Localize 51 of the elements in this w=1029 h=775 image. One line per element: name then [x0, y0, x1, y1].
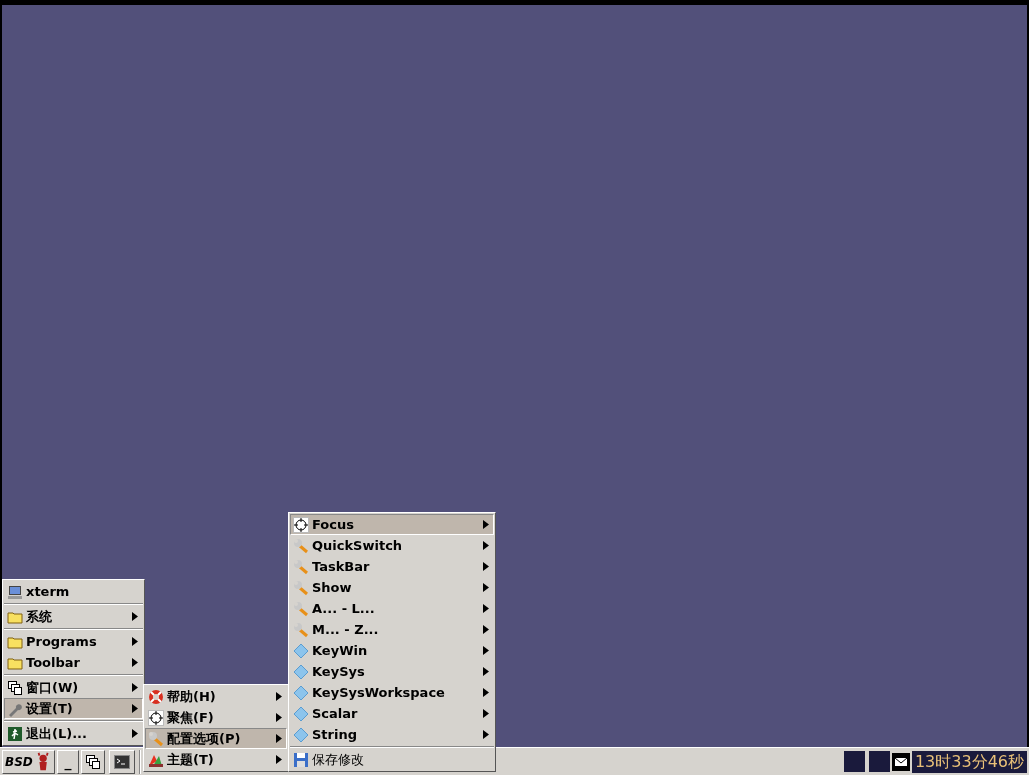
menu-item[interactable]: 窗口(W)	[4, 677, 143, 698]
windows-icon	[7, 679, 23, 696]
menu-item[interactable]: Focus	[290, 514, 494, 535]
wrench-icon	[293, 537, 309, 554]
menu-item[interactable]: A... - L...	[290, 598, 494, 619]
terminal-icon	[114, 754, 130, 769]
clock: 13时33分46秒	[911, 750, 1027, 773]
windows-icon	[85, 753, 101, 770]
diamond-icon	[293, 642, 309, 659]
menu-item[interactable]: Programs	[4, 631, 143, 652]
wrench-icon	[293, 600, 309, 617]
menu-item[interactable]: QuickSwitch	[290, 535, 494, 556]
menu-item[interactable]: KeySys	[290, 661, 494, 682]
exit-icon	[7, 725, 23, 742]
menu-item[interactable]: TaskBar	[290, 556, 494, 577]
menu-item[interactable]: M... - Z...	[290, 619, 494, 640]
window-list-button[interactable]	[81, 749, 105, 774]
menu-item[interactable]: String	[290, 724, 494, 745]
menu-item[interactable]: KeyWin	[290, 640, 494, 661]
diamond-icon	[293, 684, 309, 701]
menu-item[interactable]: 配置选项(P)	[145, 728, 287, 749]
wrench-icon	[293, 579, 309, 596]
menu-item[interactable]: xterm	[4, 581, 143, 602]
crosshair-icon	[148, 709, 164, 726]
crosshair-icon	[293, 516, 309, 533]
workspace-button[interactable]	[868, 751, 890, 772]
menu-item[interactable]: 帮助(H)	[145, 686, 287, 707]
menu-item[interactable]: Toolbar	[4, 652, 143, 673]
menu-item[interactable]: Scalar	[290, 703, 494, 724]
terminal-button[interactable]	[109, 749, 135, 774]
floppy-icon	[293, 751, 309, 768]
mail-icon[interactable]	[891, 752, 910, 771]
wrench-icon	[293, 621, 309, 638]
menu-item[interactable]: Show	[290, 577, 494, 598]
menu-item[interactable]: 退出(L)...	[4, 723, 143, 744]
menu-item[interactable]: KeySysWorkspace	[290, 682, 494, 703]
workspace-button[interactable]	[843, 751, 865, 772]
menu-item[interactable]: 聚焦(F)	[145, 707, 287, 728]
start-button[interactable]: BSD	[2, 749, 55, 774]
lifebuoy-icon	[148, 688, 164, 705]
menu-item[interactable]: 主题(T)	[145, 749, 287, 770]
monitor-icon	[7, 583, 23, 600]
menu-item[interactable]: 设置(T)	[4, 698, 143, 719]
diamond-icon	[293, 663, 309, 680]
diamond-icon	[293, 726, 309, 743]
menu-item[interactable]: 系统	[4, 606, 143, 627]
diamond-icon	[293, 705, 309, 722]
wrench-icon	[148, 730, 164, 747]
menu-item[interactable]: 保存修改	[290, 749, 494, 770]
wrench-icon	[293, 558, 309, 575]
show-desktop-button[interactable]: _	[57, 749, 79, 774]
